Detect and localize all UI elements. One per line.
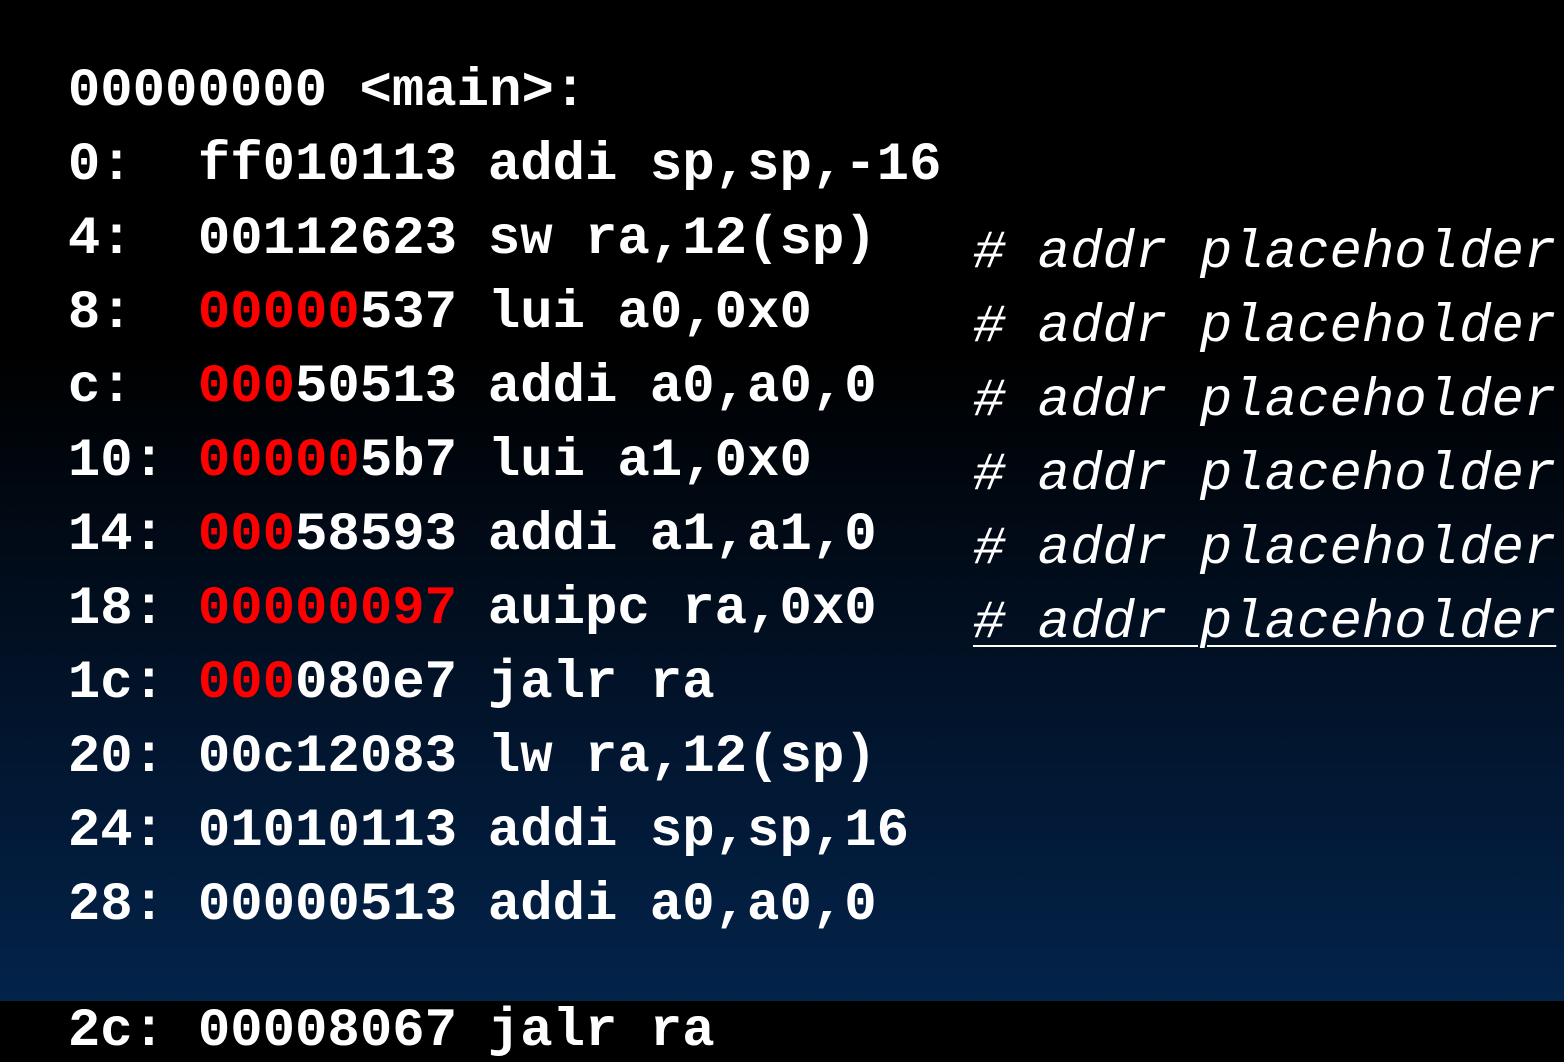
machine-code: 00000513 <box>198 876 488 936</box>
line-comment: # addr placeholder <box>973 593 1557 654</box>
line-comment: # addr placeholder <box>973 519 1557 580</box>
line-comment: # addr placeholder <box>973 445 1557 506</box>
code-line-10: 28: 00000513 addi a0,a0,0 <box>3 816 877 936</box>
code-line-8: 20: 00c12083 lw ra,12(sp) <box>3 668 877 788</box>
machine-code: 00008067 <box>198 1002 488 1062</box>
line-comment: # addr placeholder <box>973 297 1557 358</box>
code-line-6: 18: 00000097 auipc ra,0x0 <box>3 520 877 640</box>
line-address: 28: <box>67 875 166 936</box>
code-line-5: 14: 00058593 addi a1,a1,0 <box>3 446 877 566</box>
code-line-0: 0: ff010113 addi sp,sp,-16 <box>3 76 942 196</box>
instruction: jalr ra <box>487 1001 715 1062</box>
disassembly-header: 00000000 <main>: <box>3 2 586 122</box>
code-line-7: 1c: 000080e7 jalr ra <box>3 594 715 714</box>
code-line-4: 10: 000005b7 lui a1,0x0 <box>3 372 812 492</box>
line-address: 2c: <box>67 1001 166 1062</box>
instruction: addi a0,a0,0 <box>487 875 877 936</box>
hex-bits: 00008067 <box>197 1001 458 1062</box>
code-line-3: c: 00050513 addi a0,a0,0 <box>3 298 877 418</box>
hex-bits: 00000513 <box>197 875 458 936</box>
code-line-1: 4: 00112623 sw ra,12(sp) <box>3 150 877 270</box>
line-comment: # addr placeholder <box>973 371 1557 432</box>
code-line-2: 8: 00000537 lui a0,0x0 <box>3 224 812 344</box>
line-comment: # addr placeholder <box>973 223 1557 284</box>
code-line-9: 24: 01010113 addi sp,sp,16 <box>3 742 909 862</box>
code-line-11: 2c: 00008067 jalr ra <box>3 942 715 1062</box>
